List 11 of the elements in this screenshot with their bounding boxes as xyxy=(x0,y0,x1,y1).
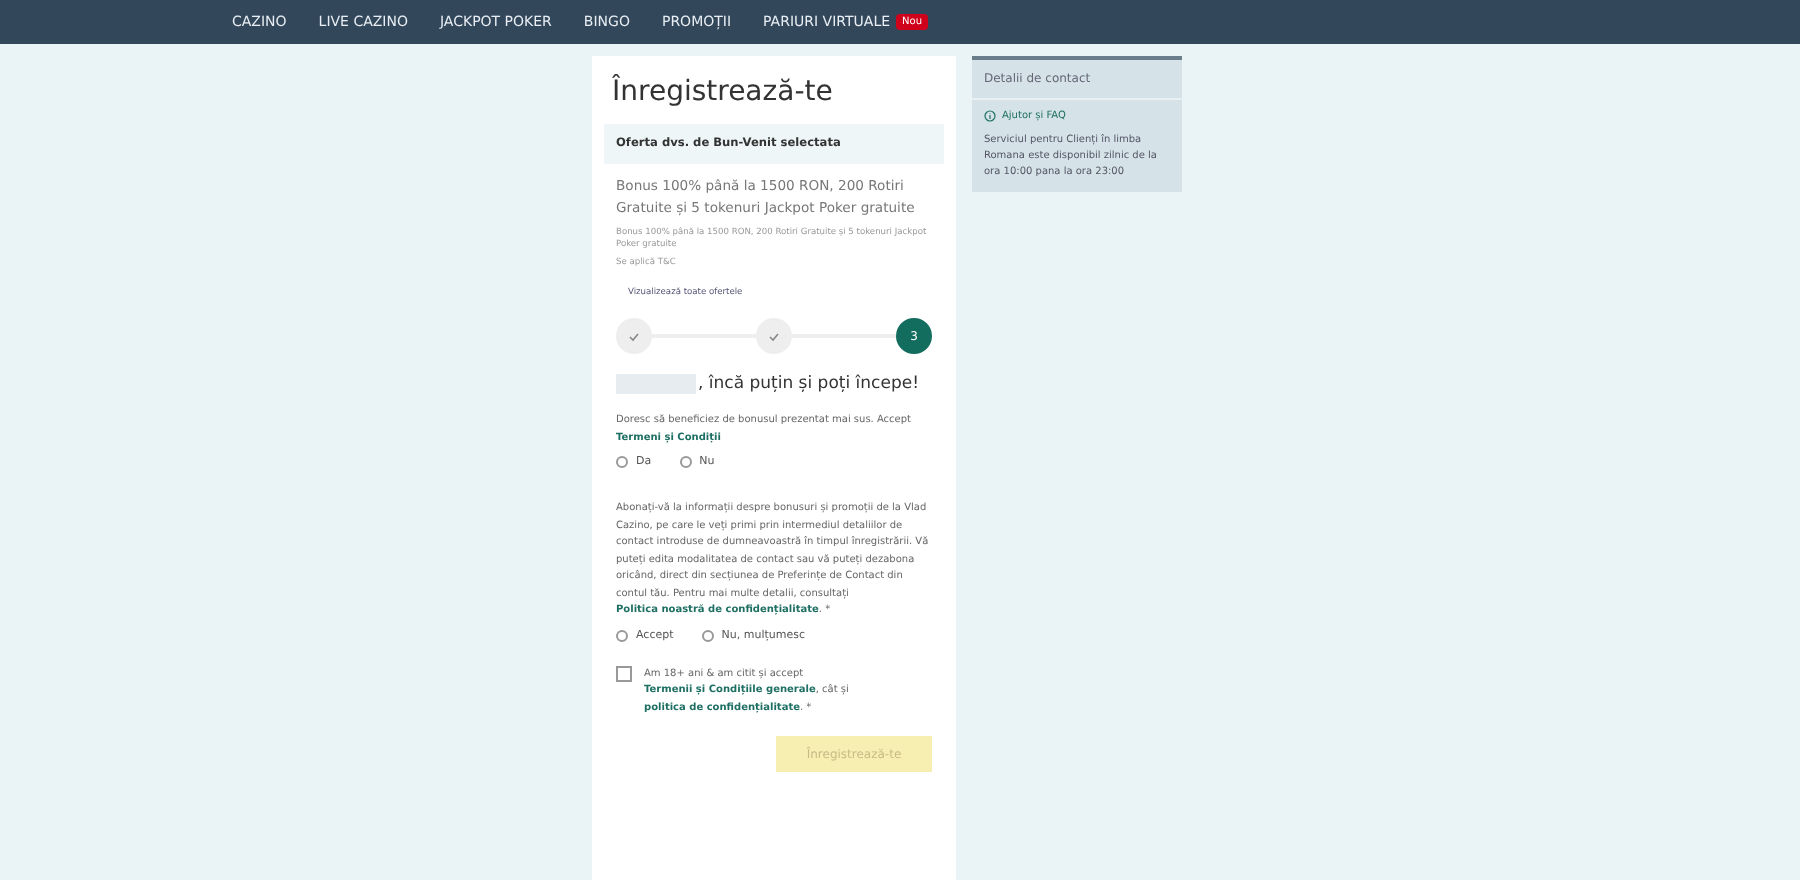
radio-button[interactable] xyxy=(616,456,628,469)
radio-button[interactable] xyxy=(679,456,692,469)
checkmark-icon xyxy=(628,331,640,342)
help-icon xyxy=(984,110,996,122)
greeting-text: , încă puțin și poți începe! xyxy=(698,374,919,395)
age-checkbox[interactable] xyxy=(616,665,632,682)
blurred-name xyxy=(616,374,696,395)
radio-button[interactable] xyxy=(701,629,714,642)
page-title: Înregistrează-te xyxy=(612,76,835,108)
checkmark-icon xyxy=(768,331,780,342)
radio-button[interactable] xyxy=(616,629,628,642)
